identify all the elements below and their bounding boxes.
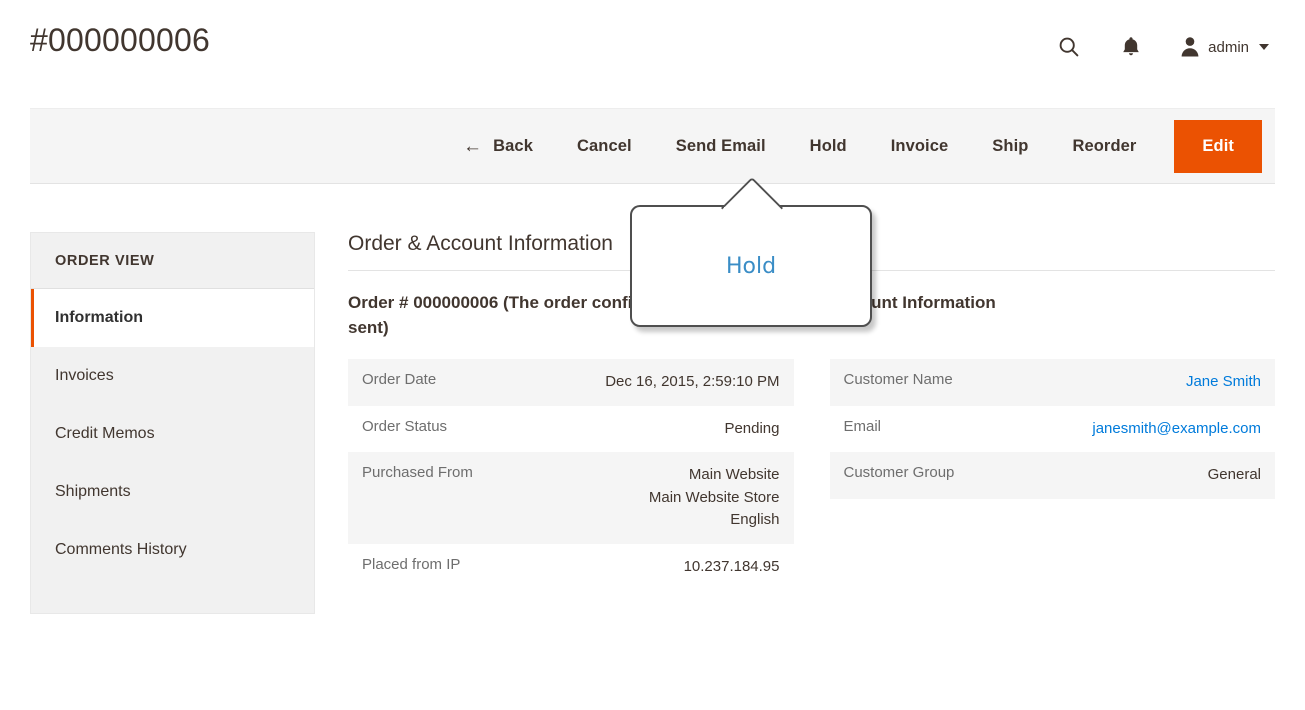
row-label: Email (843, 417, 882, 435)
section-heading-right-spacer (829, 232, 1275, 271)
sidebar-item-invoices[interactable]: Invoices (31, 347, 314, 405)
hold-button[interactable]: Hold (788, 137, 869, 156)
sidebar-item-label: Shipments (55, 483, 131, 500)
sidebar-title: ORDER VIEW (31, 233, 314, 289)
row-value: 10.237.184.95 (683, 557, 780, 575)
sidebar-item-credit-memos[interactable]: Credit Memos (31, 405, 314, 463)
account-block-title: Account Information (829, 293, 996, 312)
user-menu[interactable]: admin (1180, 37, 1269, 57)
back-button-label: Back (493, 136, 533, 155)
search-icon[interactable] (1056, 34, 1082, 60)
row-label: Purchased From (348, 452, 526, 544)
invoice-button[interactable]: Invoice (869, 137, 971, 156)
edit-button[interactable]: Edit (1174, 119, 1262, 173)
table-row: Order Status Pending (348, 406, 794, 453)
sidebar-item-label: Credit Memos (55, 425, 155, 442)
customer-email-link[interactable]: janesmith@example.com (1092, 420, 1261, 437)
order-view-sidebar: ORDER VIEW Information Invoices Credit M… (30, 232, 315, 614)
reorder-button[interactable]: Reorder (1050, 137, 1158, 156)
account-information-table: Customer Name Jane Smith Email janesmith… (829, 359, 1276, 499)
user-avatar-icon (1180, 37, 1200, 57)
row-value: Pending (724, 419, 780, 437)
table-row: Email janesmith@example.com (830, 406, 1276, 453)
row-label: Customer Name (829, 359, 1011, 406)
table-row: Purchased From Main Website Main Website… (348, 452, 794, 544)
header-tools: admin (1056, 34, 1269, 60)
order-information-block: Order # 000000006 (The order confirmatio… (348, 291, 794, 590)
row-label: Customer Group (829, 452, 1011, 499)
table-row: Order Date Dec 16, 2015, 2:59:10 PM (348, 359, 794, 406)
row-value-line: Main Website Store (648, 488, 780, 506)
row-label: Order Date (348, 359, 526, 406)
row-value-line: English (730, 511, 780, 528)
row-value: janesmith@example.com (1010, 406, 1275, 453)
table-row: Placed from IP 10.237.184.95 (348, 544, 794, 591)
arrow-left-icon: ← (463, 135, 483, 157)
ship-button[interactable]: Ship (970, 137, 1050, 156)
sidebar-item-shipments[interactable]: Shipments (31, 463, 314, 521)
sidebar-item-label: Information (55, 309, 143, 326)
tooltip-pointer-mask (724, 207, 778, 213)
customer-name-link[interactable]: Jane Smith (1186, 373, 1261, 390)
row-label: Order Status (362, 417, 448, 435)
row-value: Jane Smith (1010, 359, 1275, 406)
row-label: Placed from IP (362, 555, 461, 573)
row-value: General (1010, 452, 1275, 499)
back-button[interactable]: ← Back (441, 137, 555, 156)
sidebar-item-comments-history[interactable]: Comments History (31, 521, 314, 579)
notifications-bell-icon[interactable] (1118, 34, 1144, 60)
account-information-block: Account Information Customer Name Jane S… (829, 291, 1276, 590)
page-actions-toolbar: ← Back Cancel Send Email Hold Invoice Sh… (30, 108, 1275, 184)
row-value: Dec 16, 2015, 2:59:10 PM (525, 359, 794, 406)
row-value: Main Website Main Website Store English (525, 452, 794, 544)
chevron-down-icon (1259, 44, 1269, 50)
cancel-button[interactable]: Cancel (555, 137, 654, 156)
page-header: #000000006 admin (0, 0, 1305, 100)
sidebar-item-information[interactable]: Information (31, 289, 314, 347)
user-name-label: admin (1208, 38, 1249, 56)
sidebar-item-label: Comments History (55, 541, 187, 558)
page-title: #000000006 (30, 22, 210, 58)
sidebar-item-label: Invoices (55, 367, 114, 384)
order-information-table: Order Date Dec 16, 2015, 2:59:10 PM Orde… (348, 359, 794, 590)
info-columns: Order # 000000006 (The order confirmatio… (348, 291, 1275, 590)
table-row: Customer Group General (829, 452, 1275, 499)
hold-tooltip-callout: Hold (630, 176, 872, 327)
table-row: Customer Name Jane Smith (829, 359, 1275, 406)
send-email-button[interactable]: Send Email (654, 137, 788, 156)
row-value-line: Main Website (688, 466, 780, 483)
tooltip-label: Hold (725, 253, 777, 279)
